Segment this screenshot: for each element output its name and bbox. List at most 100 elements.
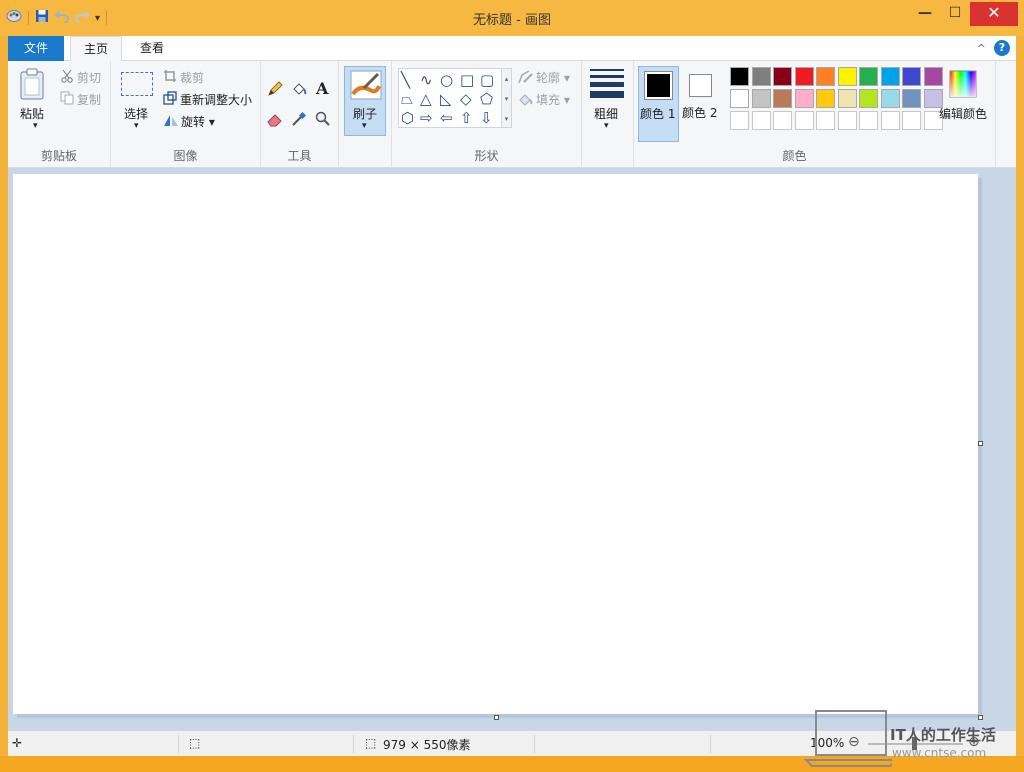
color-swatch[interactable] xyxy=(773,89,792,108)
up-arrow-shape[interactable]: ⇧ xyxy=(460,110,473,126)
pentagon-shape[interactable]: ⬠ xyxy=(480,91,493,107)
color2-swatch xyxy=(692,77,709,94)
color1-label: 颜色 1 xyxy=(640,107,676,121)
color-swatch[interactable] xyxy=(794,67,814,86)
polygon-shape[interactable]: ⏢ xyxy=(401,91,413,107)
rectangle-shape[interactable]: □ xyxy=(460,72,474,88)
color-swatch[interactable] xyxy=(816,67,835,86)
color-swatch[interactable] xyxy=(902,67,921,86)
rotate-button[interactable]: 旋转 ▾ xyxy=(181,113,215,130)
color-swatch[interactable] xyxy=(880,67,900,86)
shapes-group-label: 形状 xyxy=(474,149,499,163)
fill-button[interactable]: 填充 ▾ xyxy=(536,91,570,108)
rotate-icon xyxy=(163,113,179,130)
cut-button[interactable]: 剪切 xyxy=(77,69,101,86)
copy-icon xyxy=(60,91,74,108)
color-picker-icon[interactable] xyxy=(291,111,307,130)
shapes-gallery[interactable]: ╲ ∿ ○ □ ▢ ⏢ △ ◺ ◇ ⬠ ⬡ ⇨ ⇦ ⇧ ⇩ xyxy=(398,68,502,128)
resize-button[interactable]: 重新调整大小 xyxy=(180,91,252,108)
collapse-ribbon-icon[interactable]: ^ xyxy=(977,42,986,55)
color-swatch[interactable] xyxy=(751,67,771,86)
color-swatch[interactable] xyxy=(880,111,900,130)
color-swatch[interactable] xyxy=(773,67,792,86)
scissors-icon xyxy=(60,69,74,86)
colors-group: 颜色 1 颜色 2 编辑颜色 颜色 xyxy=(634,61,996,168)
fill-icon xyxy=(518,92,534,109)
select-label[interactable]: 选择 xyxy=(124,105,148,122)
colors-group-label: 颜色 xyxy=(782,149,807,163)
color1-swatch xyxy=(647,74,670,97)
color-swatch[interactable] xyxy=(859,89,878,108)
paste-dropdown-arrow[interactable]: ▾ xyxy=(33,121,38,131)
color-swatch[interactable] xyxy=(794,89,814,108)
watermark: IT人的工作生活 www.cntse.com xyxy=(802,708,1016,768)
hexagon-shape[interactable]: ⬡ xyxy=(401,110,414,126)
color-swatch[interactable] xyxy=(837,111,857,130)
color-swatch[interactable] xyxy=(794,111,814,130)
triangle-shape[interactable]: △ xyxy=(420,91,432,107)
fill-bucket-icon[interactable] xyxy=(291,81,307,100)
drawing-canvas[interactable] xyxy=(13,174,978,714)
right-arrow-shape[interactable]: ⇨ xyxy=(420,110,433,126)
close-button[interactable]: ✕ xyxy=(970,2,1018,26)
line-shape[interactable]: ╲ xyxy=(401,72,410,88)
clipboard-icon xyxy=(20,68,44,100)
color-swatch[interactable] xyxy=(902,89,921,108)
color-swatch[interactable] xyxy=(837,89,857,108)
tab-view[interactable]: 查看 xyxy=(128,36,176,61)
brushes-button[interactable]: 刷子 ▾ xyxy=(344,66,386,136)
copy-button[interactable]: 复制 xyxy=(77,91,101,108)
color-swatch[interactable] xyxy=(730,111,749,130)
help-icon[interactable]: ? xyxy=(994,40,1010,56)
tab-file[interactable]: 文件 xyxy=(8,36,64,61)
color-swatch[interactable] xyxy=(730,67,749,86)
shapes-scrollbar[interactable]: ▴ ▾ ▾ xyxy=(502,68,512,128)
color-swatch[interactable] xyxy=(859,67,878,86)
rounded-rectangle-shape[interactable]: ▢ xyxy=(480,72,494,88)
diamond-shape[interactable]: ◇ xyxy=(460,91,472,107)
status-separator xyxy=(178,735,179,753)
minimize-button[interactable]: — xyxy=(910,2,940,26)
outline-button[interactable]: 轮廓 ▾ xyxy=(536,69,570,86)
tab-home[interactable]: 主页 xyxy=(70,36,122,62)
right-triangle-shape[interactable]: ◺ xyxy=(440,91,452,107)
oval-shape[interactable]: ○ xyxy=(440,72,453,88)
size-label[interactable]: 粗细 xyxy=(594,105,618,122)
color-swatch[interactable] xyxy=(751,89,771,108)
color-swatch[interactable] xyxy=(730,89,749,108)
paste-label[interactable]: 粘贴 xyxy=(20,105,44,122)
color1-swatch-frame xyxy=(644,71,673,100)
rainbow-palette-icon[interactable] xyxy=(949,70,977,101)
color-swatch[interactable] xyxy=(923,67,943,86)
edit-colors-button[interactable]: 编辑颜色 xyxy=(939,105,987,122)
pencil-icon[interactable] xyxy=(267,81,283,100)
color-swatch[interactable] xyxy=(902,111,921,130)
resize-handle-bottom[interactable] xyxy=(494,715,499,720)
resize-handle-right[interactable] xyxy=(978,441,983,446)
select-icon[interactable] xyxy=(121,72,153,96)
crop-button[interactable]: 裁剪 xyxy=(180,69,204,86)
text-tool-icon[interactable]: A xyxy=(316,79,328,98)
color2-button[interactable]: 颜色 2 xyxy=(682,66,723,142)
eraser-icon[interactable] xyxy=(267,111,283,130)
color1-button[interactable]: 颜色 1 xyxy=(638,66,679,142)
select-dropdown-arrow[interactable]: ▾ xyxy=(134,121,139,131)
size-dropdown-arrow[interactable]: ▾ xyxy=(604,121,609,131)
window-title: 无标题 - 画图 xyxy=(473,13,551,28)
color-swatch[interactable] xyxy=(880,89,900,108)
curve-shape[interactable]: ∿ xyxy=(420,72,433,88)
left-arrow-shape[interactable]: ⇦ xyxy=(440,110,453,126)
color-swatch[interactable] xyxy=(816,111,835,130)
magnifier-icon[interactable] xyxy=(315,111,331,130)
color-swatch[interactable] xyxy=(773,111,792,130)
outline-icon xyxy=(518,70,534,87)
size-icon[interactable] xyxy=(590,69,624,98)
paste-button[interactable] xyxy=(18,67,46,104)
selection-size-icon: ⬚ xyxy=(189,736,201,750)
color-swatch[interactable] xyxy=(837,67,857,86)
color-swatch[interactable] xyxy=(859,111,878,130)
down-arrow-shape[interactable]: ⇩ xyxy=(480,110,493,126)
maximize-button[interactable]: ☐ xyxy=(940,2,970,26)
color-swatch[interactable] xyxy=(816,89,835,108)
color-swatch[interactable] xyxy=(751,111,771,130)
